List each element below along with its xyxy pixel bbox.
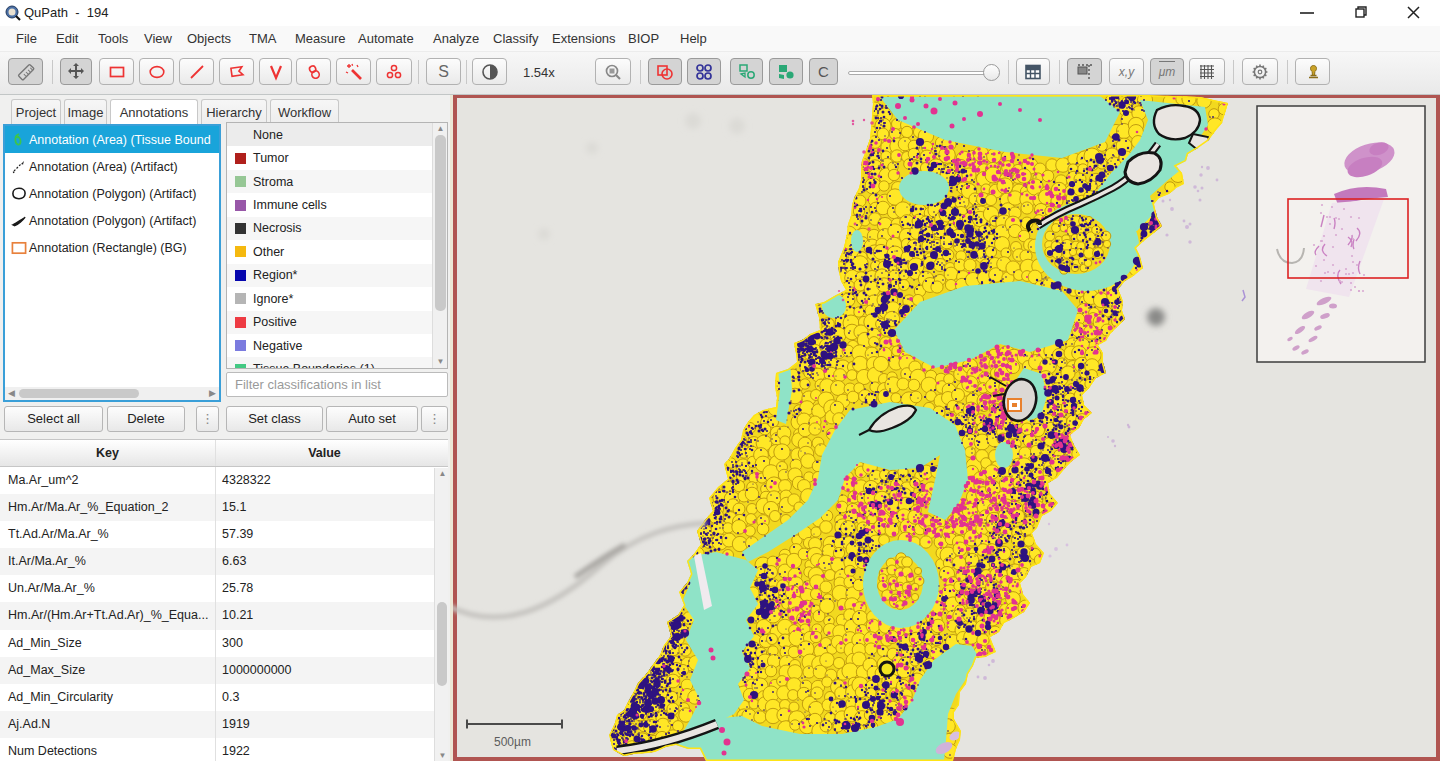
- svg-text:500µm: 500µm: [494, 735, 531, 749]
